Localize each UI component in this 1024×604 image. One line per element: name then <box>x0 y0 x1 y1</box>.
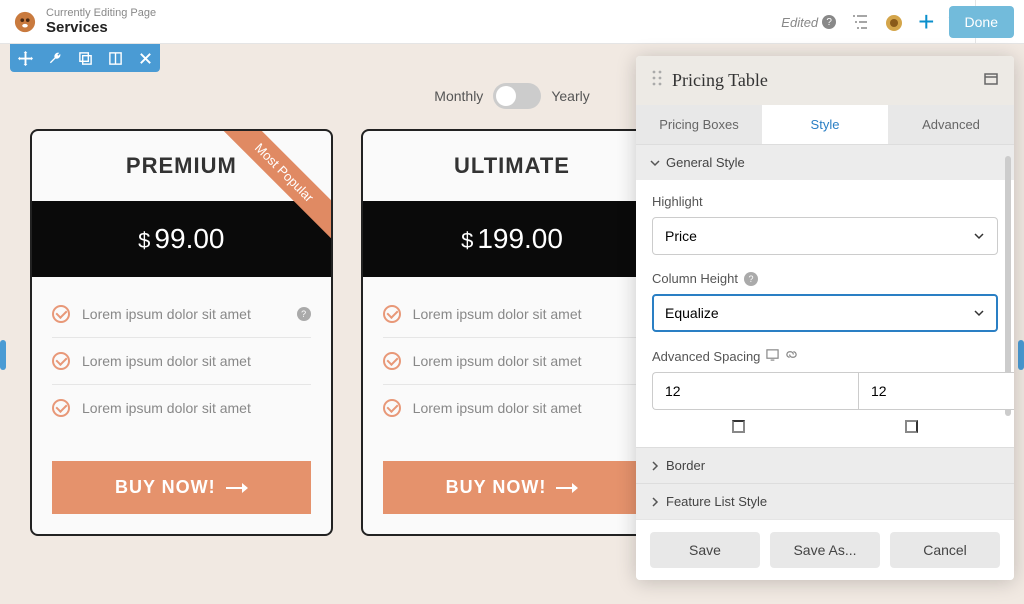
buy-now-button[interactable]: BUY NOW! <box>52 461 311 514</box>
feature-item: Lorem ipsum dolor sit amet <box>52 338 311 385</box>
help-icon[interactable]: ? <box>822 15 836 29</box>
price-value: 199.00 <box>477 223 563 254</box>
check-icon <box>383 352 401 370</box>
section-label: Feature List Style <box>666 494 767 509</box>
columns-icon[interactable] <box>100 44 130 72</box>
column-height-select[interactable]: Equalize <box>652 294 998 332</box>
buy-label: BUY NOW! <box>446 477 547 498</box>
expand-panel-icon[interactable] <box>984 72 998 90</box>
panel-tabs: Pricing Boxes Style Advanced <box>636 105 1014 144</box>
toggle-knob <box>496 86 516 106</box>
feature-text: Lorem ipsum dolor sit amet <box>413 400 582 416</box>
feature-text: Lorem ipsum dolor sit amet <box>82 353 251 369</box>
field-label-text: Advanced Spacing <box>652 349 760 364</box>
done-button[interactable]: Done <box>949 6 1014 38</box>
top-bar: Currently Editing Page Services Edited ?… <box>0 0 1024 44</box>
panel-footer: Save Save As... Cancel <box>636 519 1014 580</box>
section-label: General Style <box>666 155 745 170</box>
highlight-label: Highlight <box>652 194 998 209</box>
section-feature-list-style[interactable]: Feature List Style <box>636 483 1014 519</box>
page-info: Currently Editing Page Services <box>46 7 156 36</box>
toggle-label-monthly: Monthly <box>434 88 483 104</box>
field-label-text: Column Height <box>652 271 738 286</box>
pricing-card-premium: Most Popular PREMIUM $99.00 Lorem ipsum … <box>30 129 333 536</box>
billing-toggle[interactable] <box>493 83 541 109</box>
panel-title: Pricing Table <box>672 70 768 91</box>
price-value: 99.00 <box>154 223 224 254</box>
duplicate-icon[interactable] <box>70 44 100 72</box>
outline-panel-icon[interactable] <box>850 13 870 31</box>
price-band: $199.00 <box>363 201 662 277</box>
buy-label: BUY NOW! <box>115 477 216 498</box>
chevron-down-icon <box>973 307 985 319</box>
arrow-right-icon <box>226 481 248 495</box>
add-content-button[interactable]: + <box>918 6 934 38</box>
feature-text: Lorem ipsum dolor sit amet <box>82 400 251 416</box>
tab-pricing-boxes[interactable]: Pricing Boxes <box>636 105 762 144</box>
editing-label: Currently Editing Page <box>46 7 156 19</box>
chevron-right-icon <box>650 497 660 507</box>
chevron-right-icon <box>650 461 660 471</box>
beaver-logo-icon <box>14 11 36 33</box>
chevron-down-icon <box>973 230 985 242</box>
spacing-side-icons <box>652 420 998 433</box>
close-icon[interactable] <box>130 44 160 72</box>
check-icon <box>383 305 401 323</box>
spacing-input-a[interactable] <box>652 372 858 410</box>
drag-handle-icon[interactable] <box>652 70 662 91</box>
wrench-icon[interactable] <box>40 44 70 72</box>
responsive-icon[interactable] <box>766 348 779 364</box>
move-icon[interactable] <box>10 44 40 72</box>
feature-item: Lorem ipsum dolor sit amet <box>383 291 642 338</box>
edited-label: Edited <box>781 15 818 30</box>
help-icon[interactable]: ? <box>744 272 758 286</box>
feature-text: Lorem ipsum dolor sit amet <box>413 353 582 369</box>
arrow-right-icon <box>556 481 578 495</box>
feature-item: Lorem ipsum dolor sit amet <box>52 385 311 431</box>
section-general-style[interactable]: General Style <box>636 144 1014 180</box>
tab-advanced[interactable]: Advanced <box>888 105 1014 144</box>
content-panel-icon[interactable] <box>884 13 904 31</box>
section-border[interactable]: Border <box>636 447 1014 483</box>
column-height-label: Column Height ? <box>652 271 998 286</box>
edited-status: Edited ? <box>781 15 836 30</box>
box-side-icon[interactable] <box>732 420 745 433</box>
section-label: Border <box>666 458 705 473</box>
save-as-button[interactable]: Save As... <box>770 532 880 568</box>
price-band: $99.00 <box>32 201 331 277</box>
link-values-icon[interactable] <box>785 348 798 364</box>
spacing-inputs: px <box>652 372 998 410</box>
tab-style[interactable]: Style <box>762 105 888 144</box>
pricing-card-ultimate: ULTIMATE $199.00 Lorem ipsum dolor sit a… <box>361 129 664 536</box>
box-side-icon[interactable] <box>905 420 918 433</box>
spacing-input-b[interactable] <box>858 372 1014 410</box>
feature-list: Lorem ipsum dolor sit amet Lorem ipsum d… <box>363 277 662 441</box>
module-toolbar <box>10 44 160 72</box>
page-title: Services <box>46 19 156 36</box>
feature-item: Lorem ipsum dolor sit amet <box>383 338 642 385</box>
cancel-button[interactable]: Cancel <box>890 532 1000 568</box>
section-body: Highlight Price Column Height ? Equalize… <box>636 180 1014 447</box>
feature-text: Lorem ipsum dolor sit amet <box>82 306 251 322</box>
help-icon[interactable]: ? <box>297 307 311 321</box>
check-icon <box>52 352 70 370</box>
check-icon <box>383 399 401 417</box>
check-icon <box>52 399 70 417</box>
highlight-value: Price <box>665 228 697 244</box>
column-height-value: Equalize <box>665 305 719 321</box>
settings-panel: Pricing Table Pricing Boxes Style Advanc… <box>636 56 1014 580</box>
card-title: ULTIMATE <box>363 131 662 201</box>
panel-header[interactable]: Pricing Table <box>636 56 1014 105</box>
feature-text: Lorem ipsum dolor sit amet <box>413 306 582 322</box>
save-button[interactable]: Save <box>650 532 760 568</box>
toggle-label-yearly: Yearly <box>551 88 589 104</box>
buy-now-button[interactable]: BUY NOW! <box>383 461 642 514</box>
chevron-down-icon <box>650 158 660 168</box>
feature-item: Lorem ipsum dolor sit amet? <box>52 291 311 338</box>
check-icon <box>52 305 70 323</box>
feature-item: Lorem ipsum dolor sit amet <box>383 385 642 431</box>
highlight-select[interactable]: Price <box>652 217 998 255</box>
advanced-spacing-label: Advanced Spacing <box>652 348 998 364</box>
feature-list: Lorem ipsum dolor sit amet? Lorem ipsum … <box>32 277 331 441</box>
